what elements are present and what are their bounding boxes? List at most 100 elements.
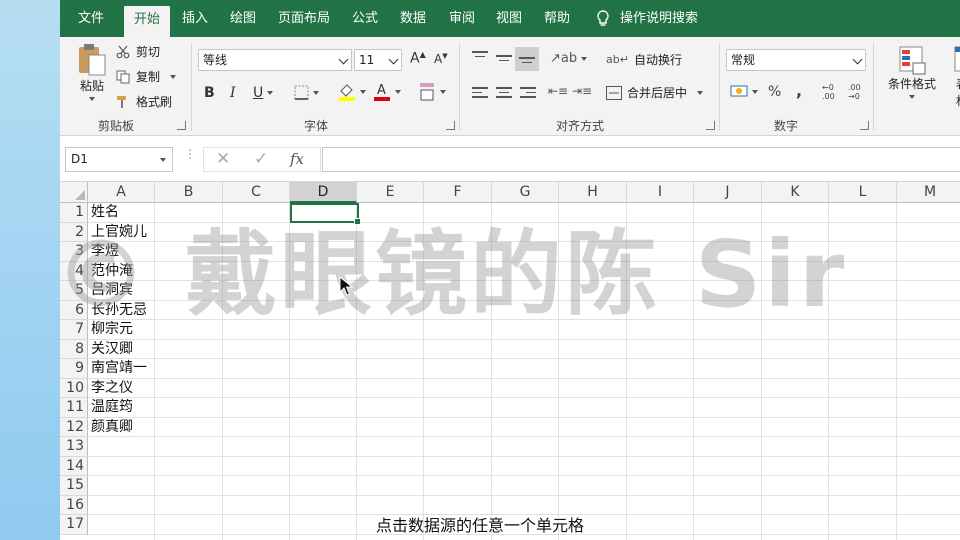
row-header-8[interactable]: 8	[60, 339, 88, 359]
column-header-a[interactable]: A	[88, 182, 155, 203]
alignment-launcher-icon[interactable]	[706, 121, 715, 130]
decrease-decimal-button[interactable]: .00 →0	[848, 83, 861, 101]
increase-font-size-button[interactable]: A▲	[410, 50, 426, 67]
tab-help[interactable]: 帮助	[536, 0, 578, 37]
select-all-corner[interactable]	[60, 182, 88, 203]
tab-file[interactable]: 文件	[70, 0, 112, 37]
worksheet-grid[interactable]: ABCDEFGHIJKLM 1 2 3 4 5 6 7 8 9 10 11 12 13 14 15 16 17 …	[60, 182, 960, 540]
row-header-13[interactable]: 13	[60, 437, 88, 457]
align-top-icon[interactable]	[472, 51, 488, 65]
cell-a8[interactable]: 关汉卿	[91, 340, 133, 359]
row-header-12[interactable]: 12	[60, 417, 88, 437]
number-launcher-icon[interactable]	[860, 121, 869, 130]
cell-a9[interactable]: 南宫靖一	[91, 359, 147, 378]
row-header-3[interactable]: 3	[60, 242, 88, 262]
accounting-format-button[interactable]	[730, 84, 758, 100]
tab-draw[interactable]: 绘图	[222, 0, 264, 37]
cell-a1-header[interactable]: 姓名	[91, 203, 119, 222]
underline-button[interactable]: U	[253, 85, 274, 101]
column-header-b[interactable]: B	[155, 182, 223, 203]
row-header-1[interactable]: 1	[60, 203, 88, 223]
row-header-16[interactable]: 16	[60, 495, 88, 515]
name-box[interactable]: D1	[65, 147, 173, 172]
increase-decimal-button[interactable]: ←0.00	[822, 83, 835, 101]
align-center-icon[interactable]	[496, 87, 512, 101]
column-header-k[interactable]: K	[762, 182, 829, 203]
increase-indent-button[interactable]: ⇥≡	[572, 84, 592, 98]
column-header-i[interactable]: I	[627, 182, 694, 203]
row-header-6[interactable]: 6	[60, 300, 88, 320]
borders-button[interactable]	[294, 85, 319, 100]
formula-input[interactable]	[322, 147, 960, 172]
align-right-icon[interactable]	[520, 87, 536, 101]
fill-color-button[interactable]	[338, 83, 366, 101]
paste-button[interactable]: 粘贴	[74, 43, 110, 101]
conditional-formatting-button[interactable]: 条件格式	[884, 45, 940, 99]
phonetic-guide-button[interactable]	[418, 82, 446, 102]
bold-button[interactable]: B	[204, 85, 215, 101]
column-header-m[interactable]: M	[897, 182, 960, 203]
tab-home[interactable]: 开始	[124, 6, 170, 37]
align-left-icon[interactable]	[472, 87, 488, 101]
decrease-indent-button[interactable]: ⇤≡	[548, 84, 568, 98]
cell-a7[interactable]: 柳宗元	[91, 320, 133, 339]
tab-review[interactable]: 审阅	[441, 0, 483, 37]
format-as-table-button[interactable]: 表格	[944, 45, 960, 109]
tab-formulas[interactable]: 公式	[344, 0, 386, 37]
column-header-f[interactable]: F	[424, 182, 492, 203]
percent-button[interactable]: %	[768, 84, 781, 100]
row-header-9[interactable]: 9	[60, 359, 88, 379]
font-size-combo[interactable]: 11	[354, 49, 402, 71]
merge-center-button[interactable]: 合并后居中	[606, 84, 704, 101]
clipboard-launcher-icon[interactable]	[177, 121, 186, 130]
tab-data[interactable]: 数据	[392, 0, 434, 37]
column-header-g[interactable]: G	[492, 182, 559, 203]
cut-button[interactable]: 剪切	[116, 43, 160, 60]
format-painter-button[interactable]: 格式刷	[116, 93, 172, 110]
decrease-font-size-button[interactable]: A▼	[434, 52, 448, 66]
column-header-l[interactable]: L	[829, 182, 897, 203]
font-launcher-icon[interactable]	[446, 121, 455, 130]
cell-a12[interactable]: 颜真卿	[91, 418, 133, 437]
row-header-11[interactable]: 11	[60, 398, 88, 418]
wrap-text-button[interactable]: ab↵ 自动换行	[606, 51, 682, 68]
copy-button[interactable]: 复制	[116, 68, 177, 85]
column-header-j[interactable]: J	[694, 182, 762, 203]
align-bottom-button[interactable]	[515, 47, 539, 71]
align-middle-icon[interactable]	[496, 55, 512, 69]
cell-a11[interactable]: 温庭筠	[91, 398, 133, 417]
column-header-d[interactable]: D	[290, 182, 357, 203]
row-header-17[interactable]: 17	[60, 515, 88, 535]
formula-bar-splitter[interactable]: ⋮	[184, 148, 196, 169]
cell-a3[interactable]: 李煜	[91, 242, 119, 261]
column-header-c[interactable]: C	[223, 182, 290, 203]
row-header-15[interactable]: 15	[60, 476, 88, 496]
tab-page-layout[interactable]: 页面布局	[272, 0, 336, 37]
insert-function-button[interactable]: fx	[290, 150, 304, 168]
number-format-combo[interactable]: 常规	[726, 49, 866, 71]
comma-style-button[interactable]: ,	[796, 81, 802, 100]
font-color-button[interactable]: A	[373, 82, 401, 101]
row-header-7[interactable]: 7	[60, 320, 88, 340]
tab-view[interactable]: 视图	[488, 0, 530, 37]
row-header-10[interactable]: 10	[60, 378, 88, 398]
font-name-combo[interactable]: 等线	[198, 49, 352, 71]
cell-a2[interactable]: 上官婉儿	[91, 223, 147, 242]
cell-a4[interactable]: 范仲淹	[91, 262, 133, 281]
row-header-4[interactable]: 4	[60, 261, 88, 281]
cell-a6[interactable]: 长孙无忌	[91, 301, 147, 320]
tab-insert[interactable]: 插入	[174, 0, 216, 37]
orientation-button[interactable]: ↗ab	[550, 51, 588, 66]
row-header-5[interactable]: 5	[60, 281, 88, 301]
confirm-entry-icon[interactable]: ✓	[254, 149, 268, 169]
italic-button[interactable]: I	[230, 85, 236, 101]
row-header-14[interactable]: 14	[60, 456, 88, 476]
active-cell-d1[interactable]	[290, 203, 361, 225]
column-header-h[interactable]: H	[559, 182, 627, 203]
cancel-entry-icon[interactable]: ✕	[216, 149, 230, 169]
column-header-e[interactable]: E	[357, 182, 424, 203]
cell-a5[interactable]: 吕洞宾	[91, 281, 133, 300]
tell-me-search[interactable]: 操作说明搜索	[596, 0, 716, 37]
row-header-2[interactable]: 2	[60, 222, 88, 242]
cell-a10[interactable]: 李之仪	[91, 379, 133, 398]
